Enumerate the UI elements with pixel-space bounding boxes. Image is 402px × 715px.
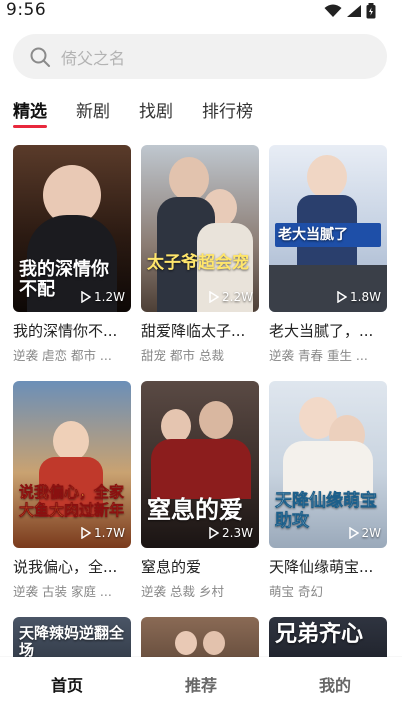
bottom-nav: 首页 推荐 我的 xyxy=(0,657,402,715)
poster-title-art: 说我偏心，全家大鱼大肉过新年 xyxy=(19,483,125,520)
search-icon xyxy=(30,47,50,67)
nav-home[interactable]: 首页 xyxy=(0,657,134,715)
tab-ranking[interactable]: 排行榜 xyxy=(202,100,253,128)
drama-tags: 逆袭 虐恋 都市 ... xyxy=(13,348,112,363)
play-count: 1.7W xyxy=(81,526,125,540)
active-tab-indicator xyxy=(13,125,47,128)
play-icon xyxy=(337,291,348,303)
drama-card[interactable]: 我的深情你不配 1.2W 我的深情你不... 逆袭 虐恋 都市 ... xyxy=(13,145,131,364)
drama-title[interactable]: 我的深情你不... xyxy=(13,320,131,341)
drama-card[interactable]: 说我偏心，全家大鱼大肉过新年 1.7W 说我偏心，全... 逆袭 古装 家庭 .… xyxy=(13,381,131,600)
play-count: 2.2W xyxy=(209,290,253,304)
poster-title-art: 天降辣妈逆翻全场 xyxy=(19,624,125,659)
play-icon xyxy=(348,527,359,539)
drama-card[interactable]: 天降仙缘萌宝助攻 2W 天降仙缘萌宝... 萌宝 奇幻 xyxy=(269,381,387,600)
poster-title-art: 天降仙缘萌宝助攻 xyxy=(275,491,378,532)
drama-poster[interactable]: 老大当腻了 1.8W xyxy=(269,145,387,312)
status-icons xyxy=(324,3,376,19)
play-count: 1.2W xyxy=(81,290,125,304)
drama-card[interactable]: 老大当腻了 1.8W 老大当腻了，... 逆袭 青春 重生 ... xyxy=(269,145,387,364)
drama-tags: 甜宠 都市 总裁 xyxy=(141,348,224,363)
poster-title-art: 窒息的爱 xyxy=(147,495,243,524)
play-count: 2W xyxy=(348,526,382,540)
wifi-icon xyxy=(324,4,342,17)
battery-icon xyxy=(366,3,376,19)
play-count: 2.3W xyxy=(209,526,253,540)
drama-poster[interactable]: 我的深情你不配 1.2W xyxy=(13,145,131,312)
tab-label: 新剧 xyxy=(76,102,110,122)
play-icon xyxy=(209,291,220,303)
status-bar: 9:56 xyxy=(0,0,402,24)
play-count-value: 1.7W xyxy=(94,526,125,540)
drama-card[interactable]: 太子爷超会宠 2.2W 甜爱降临太子... 甜宠 都市 总裁 xyxy=(141,145,259,364)
drama-card[interactable]: 窒息的爱 2.3W 窒息的爱 逆袭 总裁 乡村 xyxy=(141,381,259,600)
search-placeholder: 倚父之名 xyxy=(61,48,126,68)
tab-label: 精选 xyxy=(13,102,47,122)
nav-recommend[interactable]: 推荐 xyxy=(134,657,268,715)
play-icon xyxy=(209,527,220,539)
drama-tags: 逆袭 总裁 乡村 xyxy=(141,584,224,599)
drama-poster[interactable]: 说我偏心，全家大鱼大肉过新年 1.7W xyxy=(13,381,131,548)
drama-poster[interactable]: 窒息的爱 2.3W xyxy=(141,381,259,548)
tab-label: 排行榜 xyxy=(202,102,253,122)
play-icon xyxy=(81,291,92,303)
drama-title[interactable]: 甜爱降临太子... xyxy=(141,320,259,341)
drama-title[interactable]: 老大当腻了，... xyxy=(269,320,387,341)
play-count-value: 2.3W xyxy=(222,526,253,540)
play-count-value: 2W xyxy=(361,526,382,540)
category-tabs: 精选 新剧 找剧 排行榜 xyxy=(13,100,282,132)
poster-title-art: 兄弟齐心 xyxy=(275,622,364,647)
poster-title-art: 老大当腻了 xyxy=(275,223,381,247)
play-count: 1.8W xyxy=(337,290,381,304)
status-time: 9:56 xyxy=(6,0,47,20)
play-count-value: 1.2W xyxy=(94,290,125,304)
tab-find[interactable]: 找剧 xyxy=(139,100,173,128)
drama-title[interactable]: 窒息的爱 xyxy=(141,556,259,577)
search-bar[interactable]: 倚父之名 xyxy=(13,34,387,79)
tab-featured[interactable]: 精选 xyxy=(13,100,47,128)
drama-title[interactable]: 天降仙缘萌宝... xyxy=(269,556,387,577)
tab-new[interactable]: 新剧 xyxy=(76,100,110,128)
drama-poster[interactable]: 天降仙缘萌宝助攻 2W xyxy=(269,381,387,548)
poster-title-art: 太子爷超会宠 xyxy=(147,253,249,273)
play-count-value: 1.8W xyxy=(350,290,381,304)
drama-tags: 逆袭 古装 家庭 ... xyxy=(13,584,112,599)
drama-tags: 逆袭 青春 重生 ... xyxy=(269,348,368,363)
drama-title[interactable]: 说我偏心，全... xyxy=(13,556,131,577)
tab-label: 找剧 xyxy=(139,102,173,122)
drama-poster[interactable]: 太子爷超会宠 2.2W xyxy=(141,145,259,312)
drama-tags: 萌宝 奇幻 xyxy=(269,584,323,599)
play-icon xyxy=(81,527,92,539)
signal-icon xyxy=(347,5,361,17)
nav-mine[interactable]: 我的 xyxy=(268,657,402,715)
play-count-value: 2.2W xyxy=(222,290,253,304)
